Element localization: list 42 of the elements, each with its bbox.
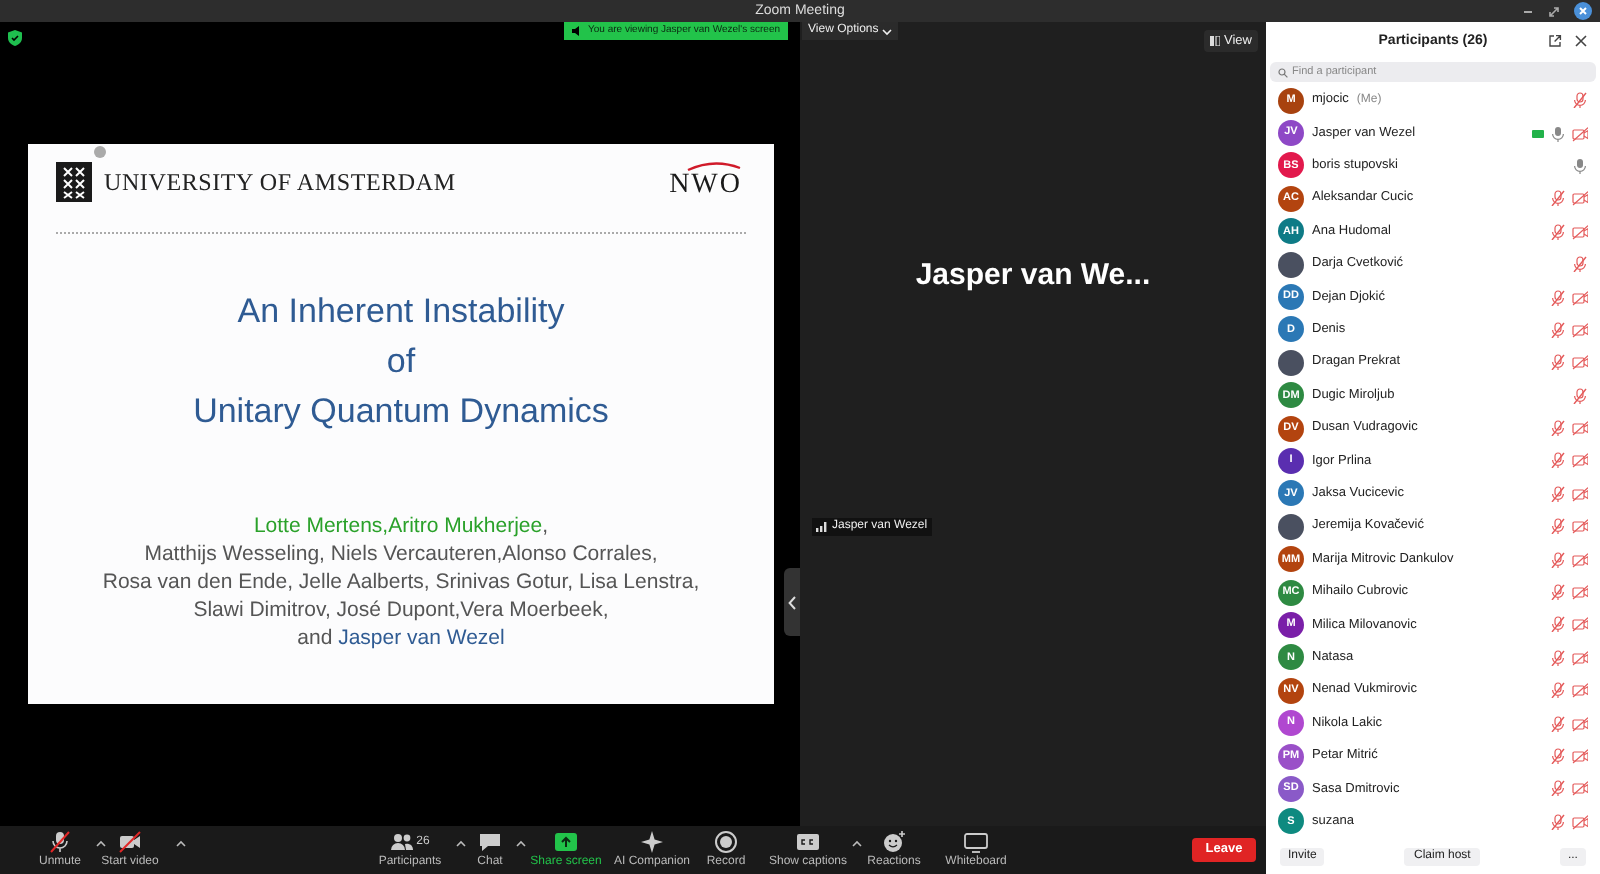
close-icon[interactable] [1574,34,1588,48]
caret-icon[interactable] [96,840,106,848]
pop-out-icon[interactable] [1548,34,1562,48]
grid-icon [1210,36,1221,46]
search-icon [1278,67,1288,77]
avatar-photo-placeholder [1278,349,1304,376]
caret-icon[interactable] [176,840,186,848]
author-line: and Jasper van Wezel [297,624,505,652]
shield-icon [8,30,22,46]
people-icon [390,830,415,854]
sparkle-icon [640,830,664,854]
chevron-down-icon [882,27,893,35]
video-off-icon [118,830,142,854]
caret-icon[interactable] [516,840,526,848]
author-line: Lotte Mertens,Aritro Mukherjee, [253,512,549,540]
minimize-icon[interactable] [1522,5,1534,17]
funder-logo: NWO [669,172,742,200]
university-crest-icon [56,162,92,202]
author-line: Matthijs Wesseling, Niels Vercauteren,Alonso Corrales, [144,540,658,568]
chat-bubble-icon [478,830,502,854]
slide-title-line: Unitary Quantum Dynamics [193,390,609,434]
avatar-photo-placeholder [1278,251,1304,278]
whiteboard-icon [964,830,988,854]
author-line: Rosa van den Ende, Jelle Aalberts, Srinivas Gotur, Lisa Lenstra, [102,568,700,596]
speaker-icon [572,26,582,36]
university-name: UNIVERSITY OF AMSTERDAM [104,166,456,200]
arc-icon [686,162,742,172]
chevron-left-icon [788,595,796,609]
resize-handle[interactable] [784,568,800,636]
record-icon [714,830,738,854]
share-screen-icon [554,830,578,854]
close-icon[interactable] [1574,2,1592,20]
muted-mic-icon [48,830,72,854]
author-line: Slawi Dimitrov, José Dupont,Vera Moerbeek, [193,596,609,624]
signal-icon [816,522,828,532]
slide-title-line: An Inherent Instability [237,290,565,334]
slide-title-line: of [386,340,416,384]
caret-icon[interactable] [456,840,466,848]
caret-icon[interactable] [852,840,862,848]
avatar-photo-placeholder [1278,513,1304,540]
participant-display-name: Jasper van We... [915,255,1151,296]
maximize-icon[interactable] [1548,5,1560,17]
